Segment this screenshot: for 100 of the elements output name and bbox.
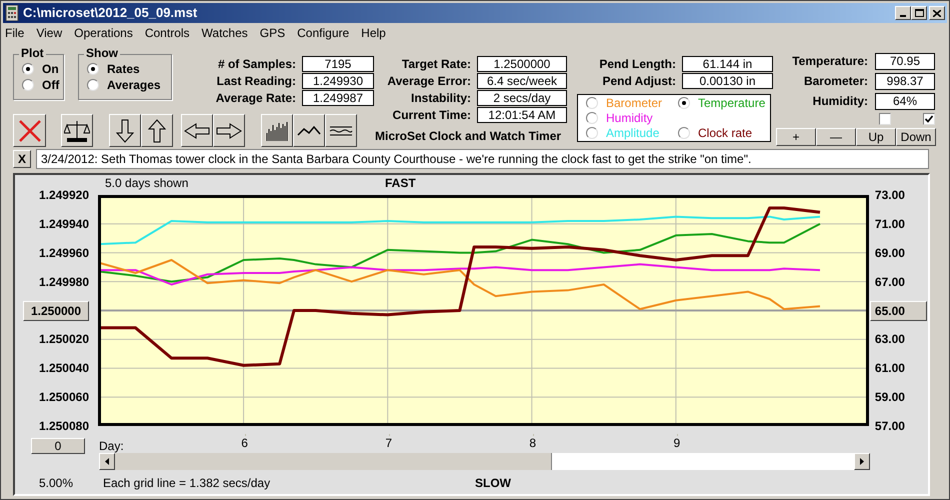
- readout-value: 1.249930: [302, 72, 374, 88]
- radio-button[interactable]: [22, 79, 34, 91]
- wave-icon: [329, 124, 353, 136]
- radio-button[interactable]: [87, 63, 99, 75]
- radio-button[interactable]: [586, 112, 598, 124]
- menu-item[interactable]: View: [36, 24, 62, 42]
- rate-axis-label: 1.250060: [38, 390, 89, 404]
- minimize-button[interactable]: [895, 6, 911, 20]
- close-icon: [933, 10, 941, 16]
- menu-item[interactable]: File: [5, 24, 24, 42]
- close-button[interactable]: [929, 6, 945, 20]
- minimize-icon: [900, 15, 906, 17]
- note-field[interactable]: 3/24/2012: Seth Thomas tower clock in the Santa Barbara County Courthouse - we're running the clock fast to get the strike "on time".: [36, 149, 929, 169]
- radio-label[interactable]: Off: [42, 78, 60, 92]
- right-button[interactable]: [213, 114, 245, 147]
- radio-button[interactable]: [678, 127, 690, 140]
- readout-label: Pend Length:: [598, 56, 677, 72]
- group-title: Show: [84, 46, 120, 60]
- readout-label: Barometer:: [802, 73, 869, 90]
- down-arrow-icon: [116, 118, 134, 142]
- axis-center-button[interactable]: 65.00: [870, 300, 927, 320]
- x-tick-label: 6: [240, 436, 249, 450]
- radio-button[interactable]: [586, 127, 598, 140]
- maximize-icon: [914, 9, 924, 17]
- maximize-button[interactable]: [911, 6, 927, 20]
- readout-value: 0.00130 in: [682, 72, 773, 88]
- rate-axis-label: 1.249980: [38, 274, 89, 289]
- readout-label: Average Rate:: [214, 90, 297, 106]
- readout-label: Humidity:: [812, 93, 869, 110]
- readout-value: 1.249987: [302, 90, 374, 106]
- y-tick-label: 73.00: [874, 188, 906, 202]
- days-shown-label: 5.0 days shown: [105, 175, 190, 192]
- rate-axis-label: 1.250080: [38, 419, 89, 433]
- readout-value: 1.2500000: [477, 56, 567, 72]
- line-button[interactable]: [293, 114, 325, 147]
- menu-item[interactable]: GPS: [260, 24, 286, 42]
- x-tick-label: 7: [384, 436, 393, 450]
- rate-axis-label: 1.249920: [38, 188, 89, 202]
- window-title: C:\microset\2012_05_09.mst: [23, 4, 198, 22]
- readout-label: Average Error:: [386, 72, 472, 90]
- scale-button[interactable]: —: [816, 128, 856, 146]
- x-tick-label: 8: [528, 436, 538, 450]
- group-title: Plot: [19, 46, 46, 60]
- radio-button[interactable]: [87, 79, 99, 91]
- scroll-left-icon[interactable]: [99, 453, 115, 470]
- readout-value: 70.95: [875, 52, 935, 70]
- sensor-option[interactable]: Clock rate: [698, 126, 752, 140]
- rate-axis-label: 1.250040: [38, 361, 89, 376]
- y-tick-label: 59.00: [874, 390, 906, 404]
- scrollbar[interactable]: [99, 453, 870, 470]
- up-button[interactable]: [141, 114, 173, 147]
- checkbox[interactable]: [879, 113, 891, 125]
- readout-label: Temperature:: [791, 53, 869, 70]
- readout-value: 64%: [875, 92, 935, 110]
- scale-button[interactable]: +: [776, 128, 816, 146]
- delete-button[interactable]: [13, 114, 46, 147]
- bars-button[interactable]: [261, 114, 293, 147]
- offset-button[interactable]: 0: [31, 438, 85, 454]
- left-arrow-icon: [184, 122, 210, 138]
- rate-axis-label: 1.249960: [38, 246, 89, 260]
- radio-label[interactable]: Averages: [107, 78, 161, 92]
- radio-label[interactable]: Rates: [107, 62, 140, 76]
- radio-button[interactable]: [678, 96, 690, 109]
- readout-value: 61.144 in: [682, 56, 773, 72]
- radio-label[interactable]: On: [42, 62, 59, 76]
- y-tick-label: 57.00: [874, 419, 906, 433]
- menu-item[interactable]: Help: [361, 24, 386, 42]
- left-button[interactable]: [181, 114, 213, 147]
- balance-button[interactable]: [61, 114, 93, 147]
- menu-item[interactable]: Operations: [74, 24, 133, 42]
- wave-button[interactable]: [325, 114, 357, 147]
- readout-value: 12:01:54 AM: [477, 106, 567, 122]
- radio-button[interactable]: [586, 96, 598, 109]
- down-button[interactable]: [109, 114, 141, 147]
- percent-label: 5.00%: [38, 475, 74, 492]
- clear-note-button[interactable]: X: [13, 150, 31, 168]
- checkbox[interactable]: [923, 113, 935, 125]
- menu-item[interactable]: Watches: [202, 24, 248, 42]
- cross-icon: [18, 118, 42, 142]
- slow-label: SLOW: [475, 475, 511, 492]
- grid-note: Each grid line = 1.382 secs/day: [103, 475, 272, 492]
- scales-icon: [64, 118, 90, 142]
- bars-icon: [266, 120, 288, 140]
- menu-item[interactable]: Configure: [297, 24, 350, 42]
- readout-value: 2 secs/day: [477, 90, 567, 106]
- sensor-option[interactable]: Humidity: [606, 110, 653, 125]
- scroll-thumb[interactable]: [115, 453, 552, 470]
- right-arrow-icon: [216, 122, 242, 138]
- scale-button[interactable]: Up: [856, 128, 896, 146]
- axis-center-button[interactable]: 1.250000: [23, 300, 89, 320]
- y-tick-label: 69.00: [874, 246, 906, 260]
- menu-item[interactable]: Controls: [144, 24, 190, 42]
- rate-axis-label: 1.249940: [38, 216, 89, 231]
- readout-label: Instability:: [410, 90, 472, 106]
- up-arrow-icon: [148, 118, 166, 142]
- scale-button[interactable]: Down: [896, 128, 936, 146]
- radio-button[interactable]: [22, 63, 34, 75]
- readout-label: Target Rate:: [400, 56, 472, 72]
- scroll-right-icon[interactable]: [854, 453, 870, 470]
- readout-label: Current Time:: [392, 106, 472, 124]
